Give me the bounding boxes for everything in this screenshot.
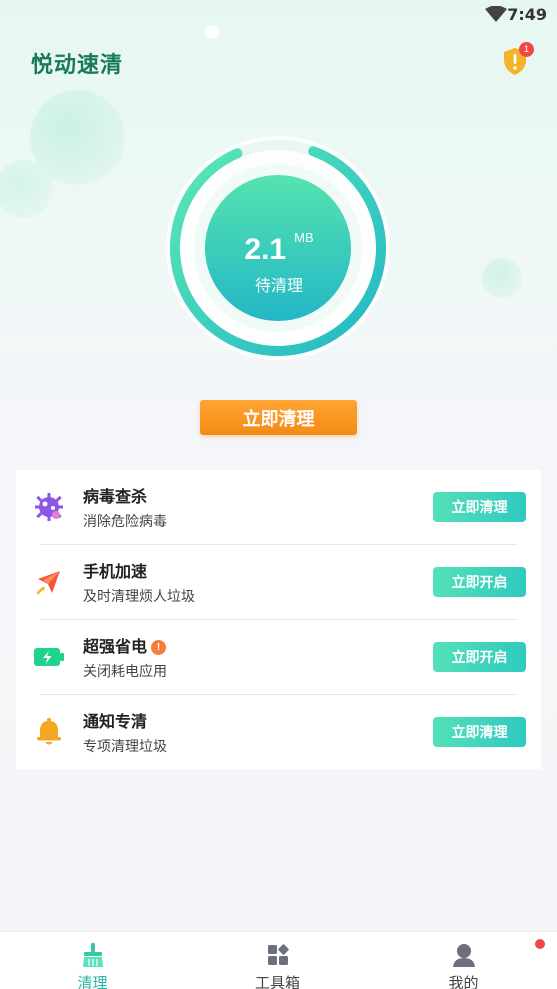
warning-badge: !	[151, 640, 167, 655]
clean-now-button[interactable]: 立即清理	[200, 400, 357, 435]
user-icon	[453, 944, 475, 967]
profile-notification-dot	[535, 939, 545, 949]
feature-subtitle: 消除危险病毒	[83, 514, 167, 530]
feature-subtitle: 及时清理烦人垃圾	[83, 589, 195, 605]
feature-subtitle: 关闭耗电应用	[83, 664, 167, 680]
notification-badge: 1	[519, 42, 534, 57]
feature-row-phone-boost[interactable]: 手机加速 及时清理烦人垃圾 立即开启	[16, 545, 541, 620]
broom-icon	[83, 943, 103, 967]
virus-icon	[35, 493, 63, 521]
app-title: 悦动速清	[31, 53, 124, 78]
bottom-tab-bar: 清理 工具箱 我的	[0, 931, 557, 989]
battery-icon	[34, 648, 64, 666]
feature-row-virus-scan[interactable]: 病毒查杀 消除危险病毒 立即清理	[16, 470, 541, 545]
toolbox-icon	[268, 944, 289, 965]
tab-clean[interactable]: 清理	[0, 932, 185, 989]
power-saving-button[interactable]: 立即开启	[433, 642, 526, 672]
feature-subtitle: 专项清理垃圾	[83, 739, 167, 755]
junk-label: 待清理	[254, 276, 303, 295]
gauge-readout: 2.1 MB 待清理	[206, 178, 352, 324]
junk-amount: 2.1	[244, 233, 287, 267]
status-bar: 7:49	[0, 0, 557, 30]
bell-icon	[37, 718, 61, 745]
decor-bubble	[482, 258, 522, 298]
phone-boost-button[interactable]: 立即开启	[433, 567, 526, 597]
junk-unit: MB	[294, 230, 314, 245]
feature-row-notification-clean[interactable]: 通知专清 专项清理垃圾 立即清理	[16, 695, 541, 770]
virus-scan-button[interactable]: 立即清理	[433, 492, 526, 522]
tab-label: 清理	[77, 974, 108, 989]
tab-profile[interactable]: 我的	[371, 932, 556, 989]
feature-title: 超强省电!	[83, 633, 167, 657]
status-time: 7:49	[507, 5, 547, 24]
rocket-icon	[36, 571, 60, 595]
notification-clean-button[interactable]: 立即清理	[433, 717, 526, 747]
decor-bubble	[0, 160, 53, 218]
feature-list: 病毒查杀 消除危险病毒 立即清理 手机加速 及时清理烦人垃圾 立即开启 超强省电…	[16, 470, 541, 769]
tab-label: 工具箱	[254, 974, 300, 989]
tab-label: 我的	[448, 974, 479, 989]
feature-row-power-saving[interactable]: 超强省电! 关闭耗电应用 立即开启	[16, 620, 541, 695]
tab-toolbox[interactable]: 工具箱	[185, 932, 370, 989]
wifi-icon	[485, 6, 507, 22]
feature-title: 病毒查杀	[83, 487, 148, 506]
feature-title: 通知专清	[83, 712, 148, 731]
feature-title: 手机加速	[83, 562, 148, 581]
